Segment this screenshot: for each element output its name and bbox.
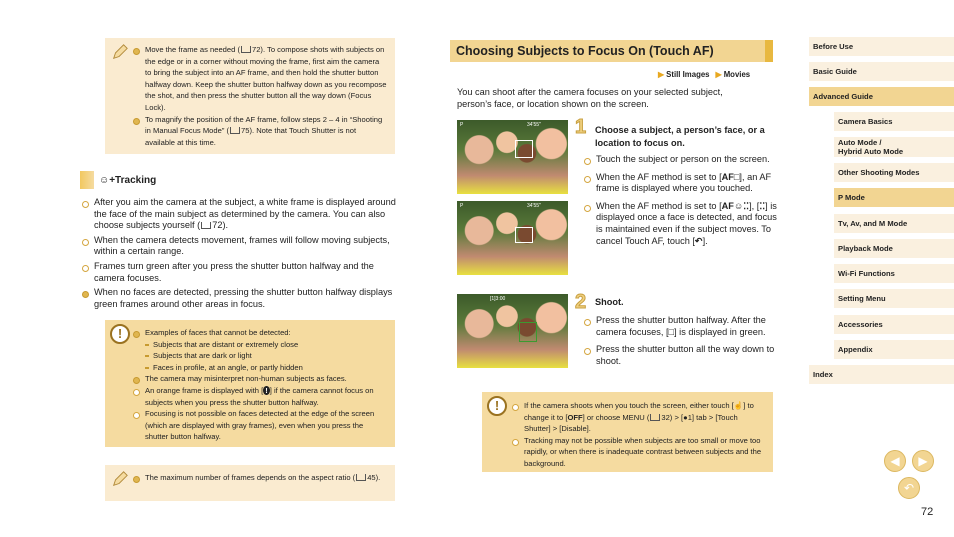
step-1-title: Choose a subject, a person’s face, or a … <box>595 125 765 148</box>
mode-movies: ▶ Movies <box>715 70 751 79</box>
list-item: To magnify the position of the AF frame,… <box>131 114 387 149</box>
list-item: An orange frame is displayed with [!] if… <box>131 385 387 408</box>
touch-shutter-icon: ☝ <box>733 401 744 410</box>
af-frame-icon: AF□ <box>721 171 740 182</box>
back-button[interactable]: ↶ <box>898 477 920 499</box>
sidebar-item-accessories[interactable]: Accessories <box>834 315 954 334</box>
sidebar-item-appendix[interactable]: Appendix <box>834 340 954 359</box>
af-face-tracking-icon: AF☺⁚⁚ <box>721 200 750 211</box>
exclamation-icon: ! <box>487 396 507 416</box>
face-icon: ☺ <box>99 174 110 186</box>
touch-shutter-off-icon: OFF <box>567 412 583 422</box>
sidebar-item-other-shooting-modes[interactable]: Other Shooting Modes <box>834 163 954 182</box>
sub-item: Subjects that are dark or light <box>145 350 387 362</box>
step-2-title: Shoot. <box>595 297 624 307</box>
camera-screen-photo-1: P 34'55" <box>457 120 568 194</box>
list-item: Move the frame as needed (72). To compos… <box>131 44 387 114</box>
list-item: If the camera shoots when you touch the … <box>510 400 765 435</box>
step-2-list: Press the shutter button halfway. After … <box>582 315 777 367</box>
page-number: 72 <box>921 506 934 518</box>
book-icon <box>230 127 240 135</box>
list-item: The maximum number of frames depends on … <box>131 472 387 484</box>
step-1-list: Touch the subject or person on the scree… <box>582 154 777 247</box>
sidebar-item-camera-basics[interactable]: Camera Basics <box>834 112 954 131</box>
list-item: When the camera detects movement, frames… <box>80 235 398 258</box>
sidebar-item-auto-mode[interactable]: Auto Mode / Hybrid Auto Mode <box>834 137 954 157</box>
triangle-icon: ▶ <box>715 70 722 79</box>
list-item: Press the shutter button halfway. After … <box>582 315 777 338</box>
mode-indicators: ▶ Still Images ▶ Movies <box>658 70 750 79</box>
list-item: Frames turn green after you press the sh… <box>80 261 398 284</box>
step-number-2: 2 <box>574 291 587 314</box>
list-item: When the AF method is set to [AF□], an A… <box>582 172 777 195</box>
mode-still-images: ▶ Still Images <box>658 70 710 79</box>
pencil-icon <box>112 471 128 487</box>
tracking-list: After you aim the camera at the subject,… <box>80 197 398 310</box>
next-page-button[interactable]: ▶ <box>912 450 934 472</box>
pencil-icon <box>112 44 128 60</box>
tip-box-2: The maximum number of frames depends on … <box>105 465 395 501</box>
intro-text: You can shoot after the camera focuses o… <box>457 87 723 109</box>
sub-item: Subjects that are distant or extremely c… <box>145 339 387 351</box>
sidebar-item-setting-menu[interactable]: Setting Menu <box>834 289 954 308</box>
exclamation-icon: ! <box>110 324 130 344</box>
book-icon <box>240 46 251 53</box>
sidebar-item-wifi-functions[interactable]: Wi-Fi Functions <box>834 264 954 283</box>
list-item: Focusing is not possible on faces detect… <box>131 408 387 443</box>
camera-screen-photo-2: P 34'55" <box>457 201 568 275</box>
sidebar-item-p-mode[interactable]: P Mode <box>834 188 954 207</box>
triangle-icon: ▶ <box>658 70 664 79</box>
sidebar-item-tv-av-m-mode[interactable]: Tv, Av, and M Mode <box>834 214 954 233</box>
heading-marker <box>80 171 94 189</box>
remaining-time: 34'55" <box>527 203 541 209</box>
sidebar-item-index[interactable]: Index <box>809 365 954 384</box>
step-number-1: 1 <box>574 116 587 139</box>
caution-box-2: ! If the camera shoots when you touch th… <box>482 392 773 472</box>
list-item: Tracking may not be possible when subjec… <box>510 435 765 470</box>
list-item: When no faces are detected, pressing the… <box>80 287 398 310</box>
tip-box-1: Move the frame as needed (72). To compos… <box>105 38 395 154</box>
return-icon: ↶ <box>694 235 703 246</box>
list-item: Press the shutter button all the way dow… <box>582 344 777 367</box>
list-item: After you aim the camera at the subject,… <box>80 197 398 232</box>
sidebar-item-before-use[interactable]: Before Use <box>809 37 954 56</box>
list-item: The camera may misinterpret non-human su… <box>131 373 387 385</box>
section-heading: ☺ +Tracking <box>80 171 156 189</box>
list-item: Touch the subject or person on the scree… <box>582 154 777 166</box>
sidebar-item-advanced-guide[interactable]: Advanced Guide <box>809 87 954 106</box>
sidebar-item-playback-mode[interactable]: Playback Mode <box>834 239 954 258</box>
remaining-time: 34'55" <box>527 122 541 128</box>
caution-box-1: ! Examples of faces that cannot be detec… <box>105 320 395 447</box>
sub-item: Faces in profile, at an angle, or partly… <box>145 362 387 374</box>
camera-screen-photo-3: [1]3:00 <box>457 294 568 368</box>
sidebar-item-basic-guide[interactable]: Basic Guide <box>809 62 954 81</box>
list-item: When the AF method is set to [AF☺⁚⁚], [⁚… <box>582 201 777 247</box>
previous-page-button[interactable]: ◀ <box>884 450 906 472</box>
list-item: Examples of faces that cannot be detecte… <box>131 327 387 339</box>
page-title: Choosing Subjects to Focus On (Touch AF) <box>450 40 773 62</box>
